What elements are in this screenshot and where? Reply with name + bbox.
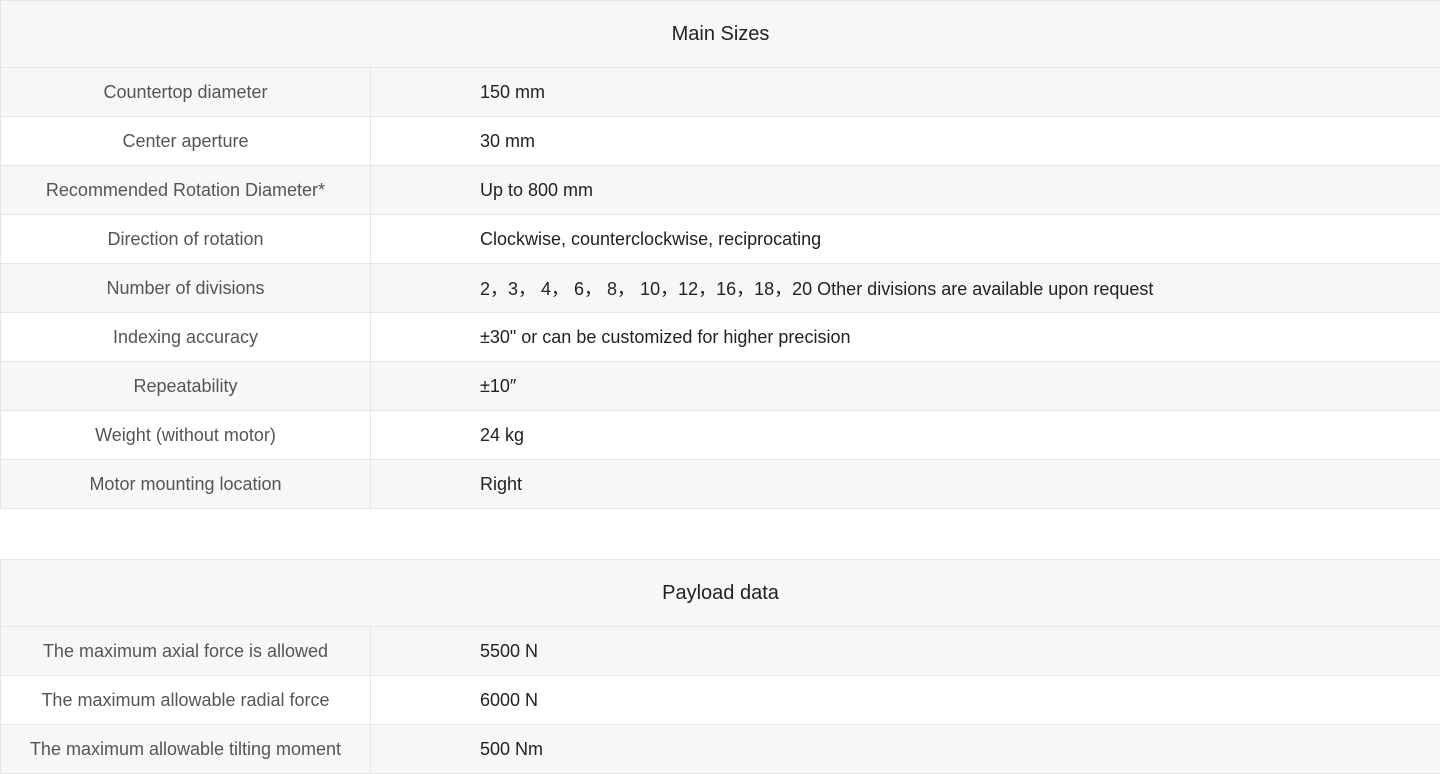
- spec-label: Number of divisions: [0, 263, 371, 313]
- payload-title: Payload data: [0, 559, 1440, 627]
- spec-label: Center aperture: [0, 116, 371, 166]
- spec-value: 500 Nm: [369, 724, 1440, 774]
- main-sizes-header-row: Main Sizes: [0, 0, 1440, 68]
- spec-value: Up to 800 mm: [370, 165, 1440, 215]
- spec-label: Direction of rotation: [0, 214, 371, 264]
- table-row: The maximum allowable tilting moment 500…: [0, 724, 1440, 774]
- table-row: Number of divisions 2，3， 4， 6， 8， 10，12，…: [0, 263, 1440, 313]
- spec-value: Right: [370, 459, 1440, 509]
- spec-value: 5500 N: [369, 626, 1440, 676]
- spec-value: 6000 N: [369, 675, 1440, 725]
- spec-value: 150 mm: [370, 67, 1440, 117]
- spec-label: Repeatability: [0, 361, 371, 411]
- main-sizes-title: Main Sizes: [0, 0, 1440, 68]
- spec-value: Clockwise, counterclockwise, reciprocati…: [370, 214, 1440, 264]
- spec-label: The maximum allowable tilting moment: [0, 724, 371, 774]
- payload-data-table: Payload data The maximum axial force is …: [0, 559, 1440, 774]
- table-row: Weight (without motor) 24 kg: [0, 410, 1440, 460]
- main-sizes-table: Main Sizes Countertop diameter 150 mm Ce…: [0, 0, 1440, 509]
- spec-label: Recommended Rotation Diameter*: [0, 165, 371, 215]
- table-row: Indexing accuracy ±30" or can be customi…: [0, 312, 1440, 362]
- payload-header-row: Payload data: [0, 559, 1440, 627]
- spec-value: ±10″: [370, 361, 1440, 411]
- spec-value: ±30" or can be customized for higher pre…: [370, 312, 1440, 362]
- table-row: The maximum axial force is allowed 5500 …: [0, 626, 1440, 676]
- spec-value: 24 kg: [370, 410, 1440, 460]
- table-row: Motor mounting location Right: [0, 459, 1440, 509]
- spec-label: Indexing accuracy: [0, 312, 371, 362]
- spec-value: 2，3， 4， 6， 8， 10，12，16，18，20 Other divis…: [370, 263, 1440, 313]
- spec-label: Countertop diameter: [0, 67, 371, 117]
- spec-value: 30 mm: [370, 116, 1440, 166]
- spec-label: The maximum axial force is allowed: [0, 626, 371, 676]
- table-row: Center aperture 30 mm: [0, 116, 1440, 166]
- table-row: The maximum allowable radial force 6000 …: [0, 675, 1440, 725]
- table-row: Countertop diameter 150 mm: [0, 67, 1440, 117]
- table-row: Recommended Rotation Diameter* Up to 800…: [0, 165, 1440, 215]
- spec-label: The maximum allowable radial force: [0, 675, 371, 725]
- table-row: Direction of rotation Clockwise, counter…: [0, 214, 1440, 264]
- spec-label: Weight (without motor): [0, 410, 371, 460]
- table-row: Repeatability ±10″: [0, 361, 1440, 411]
- spec-label: Motor mounting location: [0, 459, 371, 509]
